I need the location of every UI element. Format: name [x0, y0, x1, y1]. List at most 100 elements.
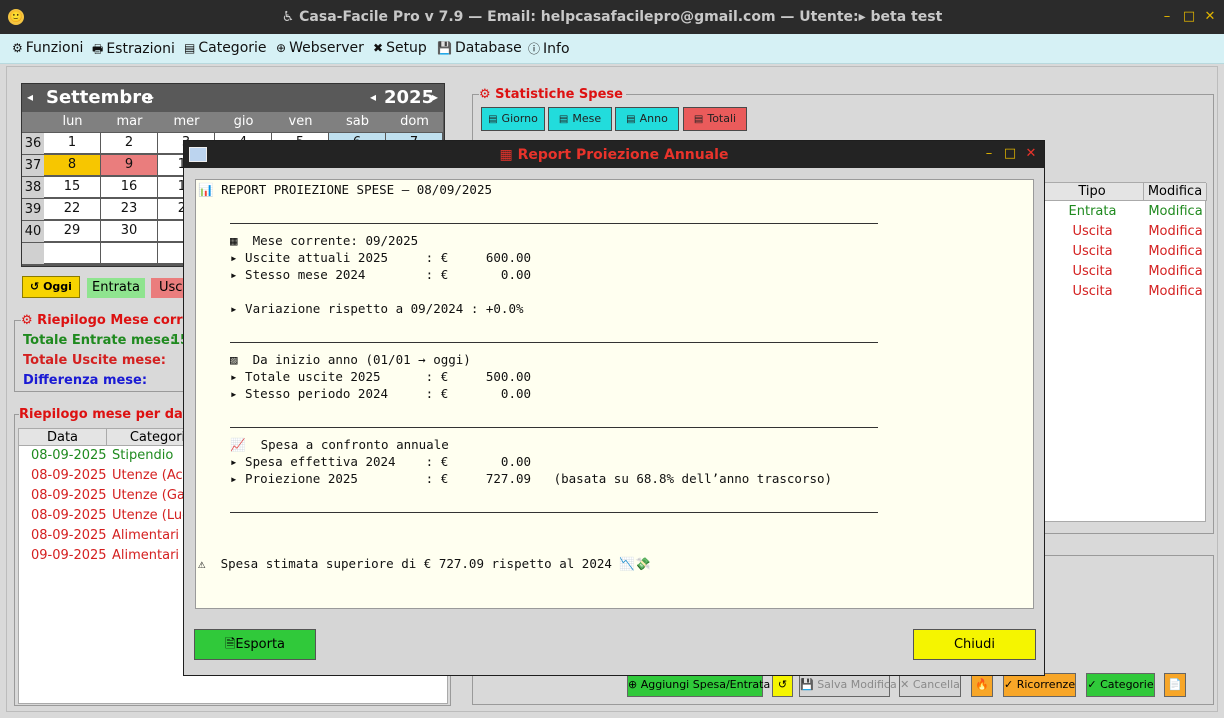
calendar-dow-label: lun: [44, 112, 101, 132]
calendar-day[interactable]: 30: [101, 221, 157, 241]
uscite-attuali-line: ▸ Uscite attuali 2025 : € 600.00: [230, 250, 532, 265]
prev-month-icon[interactable]: ◂: [27, 90, 33, 104]
row-data-cell[interactable]: 09-09-2025: [31, 548, 107, 563]
row-categoria-cell[interactable]: Utenze (Luce): [112, 508, 184, 523]
totale-entrate-row: Totale Entrate mese: 15: [23, 333, 189, 348]
row-modifica-link[interactable]: Modifica: [1144, 284, 1207, 299]
stesso-mese-line: ▸ Stesso mese 2024 : € 0.00: [230, 267, 532, 282]
calendar-corner: [22, 112, 44, 132]
categorie-button[interactable]: ✓ Categorie: [1086, 673, 1155, 697]
differenza-label: Differenza mese:: [23, 373, 148, 388]
movimenti-table[interactable]: Tipo Modifica Entrata Modifica Uscita Modif…: [1040, 182, 1207, 522]
report-text-area[interactable]: 📊 REPORT PROIEZIONE SPESE – 08/09/2025 ▦…: [195, 179, 1034, 609]
calendar-dow-label: mar: [101, 112, 158, 132]
row-data-cell[interactable]: 08-09-2025: [31, 508, 107, 523]
row-modifica-link[interactable]: Modifica: [1144, 204, 1207, 219]
giorno-button[interactable]: ▤ Giorno: [481, 107, 545, 131]
row-data-cell[interactable]: 08-09-2025: [31, 488, 107, 503]
row-categoria-cell[interactable]: Utenze (Acqua): [112, 468, 184, 483]
column-header-data[interactable]: Data: [19, 429, 107, 446]
column-header-modifica[interactable]: Modifica: [1144, 183, 1207, 201]
row-tipo-cell[interactable]: Uscita: [1041, 244, 1144, 259]
row-tipo-cell[interactable]: Uscita: [1041, 264, 1144, 279]
row-tipo-cell[interactable]: Entrata: [1041, 204, 1144, 219]
calendar-day[interactable]: [44, 243, 100, 263]
menu-estrazioni[interactable]: 🖶 Estrazioni: [92, 40, 175, 61]
cancella-button[interactable]: ✕ Cancella: [899, 673, 961, 697]
row-tipo-cell[interactable]: Uscita: [1041, 284, 1144, 299]
row-modifica-link[interactable]: Modifica: [1144, 224, 1207, 239]
row-data-cell[interactable]: 08-09-2025: [31, 468, 107, 483]
tools-icon: ✖: [373, 41, 384, 55]
dialog-maximize-icon[interactable]: □: [1003, 146, 1017, 161]
next-month-icon[interactable]: ▸: [148, 90, 154, 104]
calendar-dow-label: gio: [215, 112, 272, 132]
week-number: [22, 243, 44, 264]
row-data-cell[interactable]: 08-09-2025: [31, 528, 107, 543]
anno-button[interactable]: ▤ Anno: [615, 107, 679, 131]
maximize-icon[interactable]: □: [1182, 9, 1196, 24]
row-modifica-link[interactable]: Modifica: [1144, 244, 1207, 259]
totali-button[interactable]: ▤ Totali: [683, 107, 747, 131]
row-tipo-cell[interactable]: Uscita: [1041, 224, 1144, 239]
minimize-icon[interactable]: –: [1160, 9, 1174, 24]
menu-categorie[interactable]: ▤ Categorie: [184, 40, 267, 56]
calendar-day[interactable]: 8: [44, 155, 100, 175]
calendar-day[interactable]: 1: [44, 133, 100, 153]
row-categoria-cell[interactable]: Alimentari: [112, 528, 184, 543]
calendar-day[interactable]: [101, 243, 157, 263]
dialog-title: ▦ Report Proiezione Annuale: [499, 147, 729, 163]
fire-button[interactable]: 🔥: [971, 673, 993, 697]
refresh-button[interactable]: ↺: [772, 673, 793, 697]
column-header-tipo[interactable]: Tipo: [1041, 183, 1144, 201]
menu-webserver[interactable]: ⊕ Webserver: [276, 40, 364, 56]
row-modifica-link[interactable]: Modifica: [1144, 264, 1207, 279]
calendar-day[interactable]: 29: [44, 221, 100, 241]
calendar-month: Settembre: [46, 87, 154, 108]
button-label: Mese: [572, 112, 602, 125]
salva-modifica-button[interactable]: 💾 Salva Modifica: [799, 673, 897, 697]
mese-corrente-title: ▦ Mese corrente: 09/2025: [230, 233, 419, 248]
dialog-close-icon[interactable]: ✕: [1024, 146, 1038, 161]
report-divider: [230, 342, 878, 343]
proiezione-line: ▸ Proiezione 2025 : € 727.09 (basata su …: [230, 471, 833, 486]
calendar-dow-label: ven: [272, 112, 329, 132]
floppy-icon: 💾: [437, 41, 452, 55]
avviso-line: ⚠ Spesa stimata superiore di € 727.09 ri…: [198, 556, 651, 571]
report-divider: [230, 223, 878, 224]
menu-database[interactable]: 💾 Database: [437, 40, 522, 56]
menu-info[interactable]: ⓘ Info: [528, 40, 570, 57]
mese-button[interactable]: ▤ Mese: [548, 107, 612, 131]
info-icon: ⓘ: [528, 42, 541, 56]
row-categoria-cell[interactable]: Alimentari: [112, 548, 184, 563]
calendar-day[interactable]: 2: [101, 133, 157, 153]
riepilogo-mese-box: ⚙ Riepilogo Mese corrente Totale Entrate…: [14, 313, 218, 392]
menu-funzioni[interactable]: ⚙ Funzioni: [12, 40, 83, 56]
button-label: Giorno: [501, 112, 538, 125]
aggiungi-button[interactable]: ⊕ Aggiungi Spesa/Entrata: [627, 673, 770, 697]
oggi-button[interactable]: ↺ Oggi: [22, 276, 80, 298]
prev-year-icon[interactable]: ◂: [370, 90, 376, 104]
next-year-icon[interactable]: ▸: [432, 90, 438, 104]
calendar-day[interactable]: 15: [44, 177, 100, 197]
spesa-effettiva-line: ▸ Spesa effettiva 2024 : € 0.00: [230, 454, 532, 469]
menu-setup[interactable]: ✖ Setup: [373, 40, 427, 56]
row-categoria-cell[interactable]: Stipendio: [112, 448, 184, 463]
menu-label: Webserver: [289, 40, 364, 56]
calendar-day[interactable]: 23: [101, 199, 157, 219]
calendar-day[interactable]: 22: [44, 199, 100, 219]
week-number: 37: [22, 155, 44, 176]
ricorrenze-button[interactable]: ✓ Ricorrenze: [1003, 673, 1076, 697]
window-title: ♿ Casa-Facile Pro v 7.9 — Email: helpcas…: [281, 9, 943, 25]
extra-button[interactable]: 📄: [1164, 673, 1186, 697]
row-categoria-cell[interactable]: Utenze (Gas): [112, 488, 184, 503]
row-data-cell[interactable]: 08-09-2025: [31, 448, 107, 463]
esporta-button[interactable]: 🗎Esporta: [194, 629, 316, 660]
close-icon[interactable]: ✕: [1203, 9, 1217, 24]
dialog-minimize-icon[interactable]: –: [982, 146, 996, 161]
calendar-day[interactable]: 16: [101, 177, 157, 197]
chiudi-button[interactable]: Chiudi: [913, 629, 1036, 660]
week-number: 40: [22, 221, 44, 242]
calendar-year: 2025: [384, 87, 435, 108]
calendar-day[interactable]: 9: [101, 155, 157, 175]
